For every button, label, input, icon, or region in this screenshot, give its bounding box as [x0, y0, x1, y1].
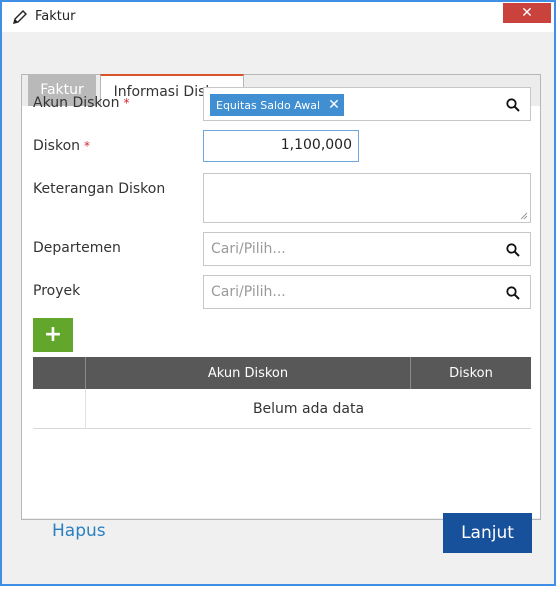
window-title: Faktur [35, 9, 76, 24]
title-bar: Faktur ✕ [2, 2, 554, 32]
table-header: Akun Diskon Diskon [33, 357, 531, 389]
akun-diskon-select[interactable]: Equitas Saldo Awal ✕ [203, 87, 531, 121]
resize-handle-icon[interactable] [520, 212, 528, 220]
selected-account-tag: Equitas Saldo Awal ✕ [210, 94, 344, 116]
plus-icon: + [43, 322, 63, 347]
close-button[interactable]: ✕ [503, 3, 551, 23]
diskon-input[interactable]: 1,100,000 [203, 130, 359, 162]
add-row-button[interactable]: + [33, 318, 73, 352]
search-icon[interactable] [506, 286, 520, 300]
search-icon[interactable] [506, 98, 520, 112]
tab-content [22, 106, 540, 518]
close-icon: ✕ [521, 5, 533, 21]
keterangan-diskon-label: Keterangan Diskon [33, 181, 166, 197]
column-header-diskon[interactable]: Diskon [411, 357, 531, 389]
proyek-select[interactable]: Cari/Pilih... [203, 275, 531, 309]
search-icon[interactable] [506, 243, 520, 257]
departemen-label: Departemen [33, 240, 121, 256]
table-body: Belum ada data [33, 389, 531, 429]
keterangan-diskon-textarea[interactable] [203, 173, 531, 223]
diskon-label: Diskon * [33, 138, 91, 154]
proyek-label: Proyek [33, 283, 81, 299]
akun-diskon-label: Akun Diskon * [33, 95, 130, 111]
column-header-blank [33, 357, 85, 389]
departemen-placeholder: Cari/Pilih... [211, 241, 286, 257]
delete-button[interactable]: Hapus [52, 521, 106, 541]
tag-label: Equitas Saldo Awal [216, 98, 321, 112]
dialog-window: Faktur ✕ Faktur Informasi Diskon Akun Di… [0, 0, 556, 586]
pencil-icon [13, 10, 27, 24]
empty-table-message: Belum ada data [85, 389, 531, 429]
column-header-akun-diskon[interactable]: Akun Diskon [86, 357, 410, 389]
proyek-placeholder: Cari/Pilih... [211, 284, 286, 300]
next-button[interactable]: Lanjut [443, 513, 532, 553]
departemen-select[interactable]: Cari/Pilih... [203, 232, 531, 266]
diskon-value: 1,100,000 [280, 137, 352, 153]
tag-remove-icon[interactable]: ✕ [328, 97, 340, 113]
